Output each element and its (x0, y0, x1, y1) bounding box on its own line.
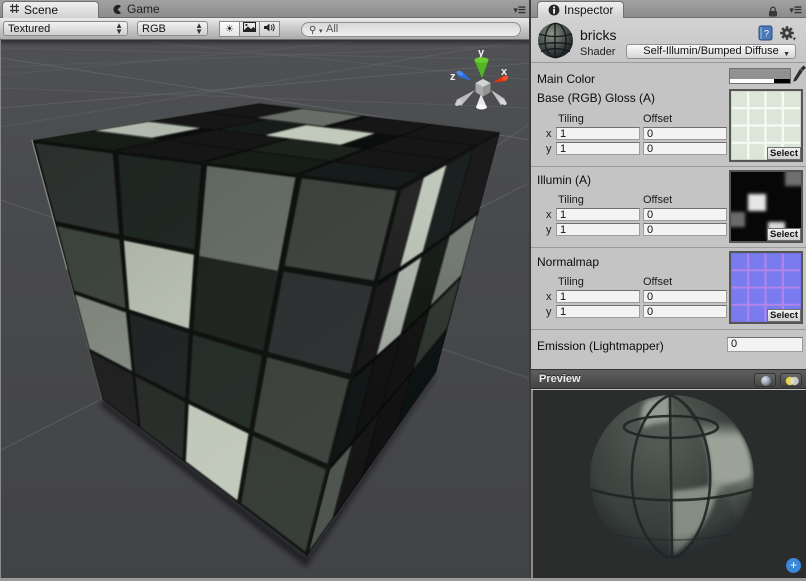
svg-text:?: ? (764, 29, 769, 39)
svg-text:z: z (450, 71, 456, 83)
